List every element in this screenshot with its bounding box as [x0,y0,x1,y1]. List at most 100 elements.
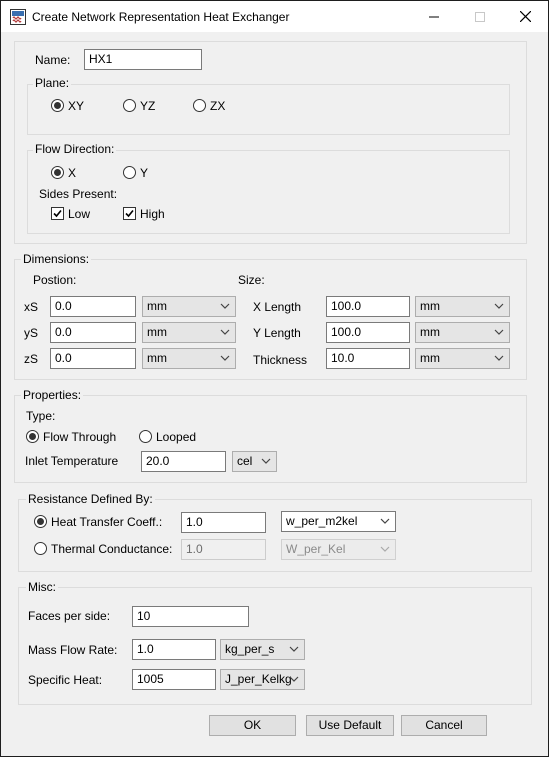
ok-button[interactable]: OK [209,715,296,736]
specific-heat-input[interactable]: 1005 [132,669,216,690]
thickness-label: Thickness [253,353,308,367]
flow-x-label[interactable]: X [68,166,76,180]
xs-unit-value: mm [147,299,167,313]
thermal-conductance-label[interactable]: Thermal Conductance: [51,542,172,556]
flow-direction-group-title: Flow Direction: [33,142,117,156]
thermal-conductance-input: 1.0 [181,539,266,560]
heat-transfer-coeff-unit-select[interactable]: w_per_m2kel [281,511,396,532]
zs-unit-value: mm [147,351,167,365]
chevron-down-icon [380,518,390,524]
chevron-down-icon [289,646,299,652]
maximize-icon [475,11,485,22]
inlet-temperature-label: Inlet Temperature [25,454,119,468]
heat-transfer-coeff-input[interactable]: 1.0 [181,512,266,533]
plane-zx-radio[interactable] [193,99,206,112]
plane-xy-radio[interactable] [51,99,64,112]
chevron-down-icon [494,355,504,361]
type-label: Type: [26,409,56,423]
looped-radio[interactable] [139,430,152,443]
specific-heat-unit-value: J_per_Kelkg [225,672,292,686]
flow-y-radio[interactable] [123,166,136,179]
plane-yz-label[interactable]: YZ [140,99,155,113]
plane-group [27,84,510,135]
flow-x-radio[interactable] [51,166,64,179]
plane-zx-label[interactable]: ZX [210,99,225,113]
checkmark-icon [125,209,134,218]
specific-heat-unit-select[interactable]: J_per_Kelkg [220,669,305,690]
y-length-unit-value: mm [420,325,440,339]
heat-transfer-coeff-radio[interactable] [34,515,47,528]
x-length-unit-value: mm [420,299,440,313]
flow-through-label[interactable]: Flow Through [43,430,116,444]
name-label: Name: [35,53,71,67]
heat-transfer-coeff-label[interactable]: Heat Transfer Coeff.: [51,515,162,529]
minimize-icon [429,16,439,17]
thermal-conductance-unit-value: W_per_Kel [286,542,346,556]
ys-unit-select[interactable]: mm [142,322,236,343]
chevron-down-icon [494,329,504,335]
looped-label[interactable]: Looped [156,430,196,444]
thermal-conductance-unit-select: W_per_Kel [281,539,396,560]
name-input[interactable]: HX1 [84,49,202,70]
thickness-unit-select[interactable]: mm [415,348,510,369]
mass-flow-rate-unit-select[interactable]: kg_per_s [220,639,305,660]
y-length-input[interactable]: 100.0 [326,322,410,343]
chevron-down-icon [289,676,299,682]
ys-unit-value: mm [147,325,167,339]
chevron-down-icon [220,329,230,335]
chevron-down-icon [261,458,271,464]
plane-xy-label[interactable]: XY [68,99,84,113]
side-high-label[interactable]: High [140,207,165,221]
y-length-unit-select[interactable]: mm [415,322,510,343]
y-length-label: Y Length [253,326,301,340]
sides-present-label: Sides Present: [39,187,118,201]
thermal-conductance-radio[interactable] [34,542,47,555]
inlet-temperature-unit-value: cel [237,454,253,468]
mass-flow-rate-unit-value: kg_per_s [225,642,275,656]
mass-flow-rate-input[interactable]: 1.0 [132,639,216,660]
dimensions-group-title: Dimensions: [21,252,92,266]
xs-label: xS [24,300,39,314]
flow-through-radio[interactable] [26,430,39,443]
resistance-group [18,499,532,572]
zs-input[interactable]: 0.0 [50,348,136,369]
thickness-input[interactable]: 10.0 [326,348,410,369]
mass-flow-rate-label: Mass Flow Rate: [28,643,118,657]
x-length-label: X Length [253,300,302,314]
xs-input[interactable]: 0.0 [50,296,136,317]
properties-group-title: Properties: [21,388,84,402]
dialog-window: Create Network Representation Heat Excha… [0,0,549,757]
x-length-unit-select[interactable]: mm [415,296,510,317]
faces-per-side-input[interactable]: 10 [132,606,249,627]
plane-yz-radio[interactable] [123,99,136,112]
ys-input[interactable]: 0.0 [50,322,136,343]
inlet-temperature-unit-select[interactable]: cel [232,451,277,472]
close-button[interactable] [502,1,548,32]
specific-heat-label: Specific Heat: [28,673,103,687]
checkmark-icon [53,209,62,218]
flow-y-label[interactable]: Y [140,166,148,180]
faces-per-side-label: Faces per side: [28,609,111,623]
maximize-button[interactable] [457,1,503,32]
minimize-button[interactable] [411,1,457,32]
xs-unit-select[interactable]: mm [142,296,236,317]
inlet-temperature-input[interactable]: 20.0 [141,451,226,472]
zs-label: zS [24,352,39,366]
position-label: Postion: [33,273,77,287]
side-high-checkbox[interactable] [123,207,136,220]
x-length-input[interactable]: 100.0 [326,296,410,317]
use-default-button[interactable]: Use Default [306,715,394,736]
plane-group-title: Plane: [33,76,72,90]
resistance-group-title: Resistance Defined By: [26,492,155,506]
cancel-button[interactable]: Cancel [401,715,487,736]
side-low-checkbox[interactable] [51,207,64,220]
side-low-label[interactable]: Low [68,207,90,221]
zs-unit-select[interactable]: mm [142,348,236,369]
misc-group-title: Misc: [26,580,58,594]
chevron-down-icon [380,546,390,552]
chevron-down-icon [220,303,230,309]
window-title: Create Network Representation Heat Excha… [32,10,290,24]
thickness-unit-value: mm [420,351,440,365]
chevron-down-icon [220,355,230,361]
title-bar[interactable]: Create Network Representation Heat Excha… [1,1,548,32]
